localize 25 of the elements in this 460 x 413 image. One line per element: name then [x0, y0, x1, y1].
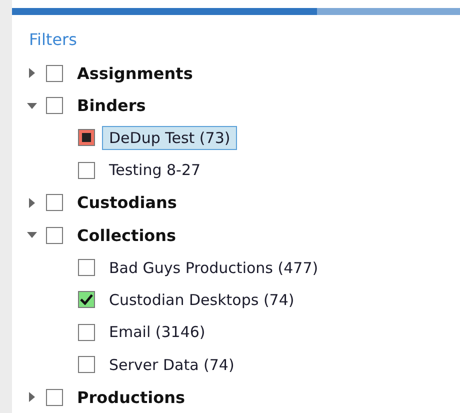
tree-item[interactable]: DeDup Test (73): [102, 126, 238, 150]
tree-item[interactable]: Server Data (74): [102, 352, 242, 377]
panel-title: Filters: [29, 29, 78, 51]
tree-group-label[interactable]: Binders: [77, 96, 146, 116]
tree-group-label[interactable]: Collections: [77, 226, 176, 245]
tree-group-label[interactable]: Productions: [77, 388, 185, 407]
check-icon: [80, 294, 93, 306]
checkbox[interactable]: [78, 291, 95, 308]
tree-group-label[interactable]: Custodians: [77, 193, 177, 212]
collapse-arrow-icon[interactable]: [26, 100, 38, 111]
checkbox[interactable]: [46, 64, 63, 82]
collapse-arrow-icon[interactable]: [26, 230, 38, 240]
tree-group-label[interactable]: Assignments: [77, 64, 193, 83]
tree-item[interactable]: Custodian Desktops (74): [102, 288, 302, 312]
checkbox[interactable]: [46, 97, 63, 114]
checkbox[interactable]: [46, 194, 63, 212]
checkbox[interactable]: [78, 162, 95, 179]
checkbox[interactable]: [78, 259, 95, 276]
checkbox[interactable]: [46, 388, 63, 406]
checkbox[interactable]: [46, 226, 63, 244]
tree-item[interactable]: Testing 8-27: [102, 158, 208, 182]
tree-item[interactable]: Bad Guys Productions (477): [102, 256, 326, 280]
tree-item[interactable]: Email (3146): [102, 320, 212, 344]
checkbox[interactable]: [78, 356, 95, 374]
checkbox[interactable]: [78, 324, 95, 341]
